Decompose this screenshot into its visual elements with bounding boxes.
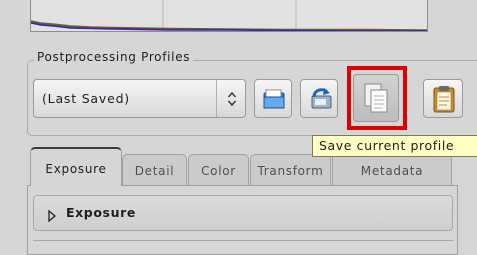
exposure-expander[interactable]: Exposure (33, 195, 453, 231)
save-to-disk-icon (311, 88, 332, 109)
expand-triangle-icon (47, 207, 57, 226)
updown-arrows-icon (227, 91, 237, 111)
profiles-group-title: Postprocessing Profiles (34, 50, 194, 64)
profile-selector[interactable]: (Last Saved) (33, 79, 246, 118)
paste-profile-button[interactable] (423, 79, 463, 118)
clipboard-paste-icon (433, 86, 455, 113)
exposure-section-label: Exposure (66, 205, 136, 220)
next-section-fragment (33, 240, 453, 251)
tooltip: Save current profile (312, 135, 477, 157)
combo-separator (216, 80, 217, 117)
folder-open-icon (263, 89, 285, 109)
tab-metadata[interactable]: Metadata (332, 154, 452, 185)
load-profile-button[interactable] (254, 79, 292, 118)
histogram (30, 0, 428, 32)
tab-detail[interactable]: Detail (122, 154, 187, 185)
tab-color[interactable]: Color (188, 154, 249, 185)
save-profile-to-file-button[interactable] (300, 79, 338, 118)
profile-selector-value: (Last Saved) (42, 91, 130, 106)
tab-transform[interactable]: Transform (250, 154, 331, 185)
highlight-box (347, 66, 407, 130)
tab-exposure[interactable]: Exposure (30, 147, 122, 186)
